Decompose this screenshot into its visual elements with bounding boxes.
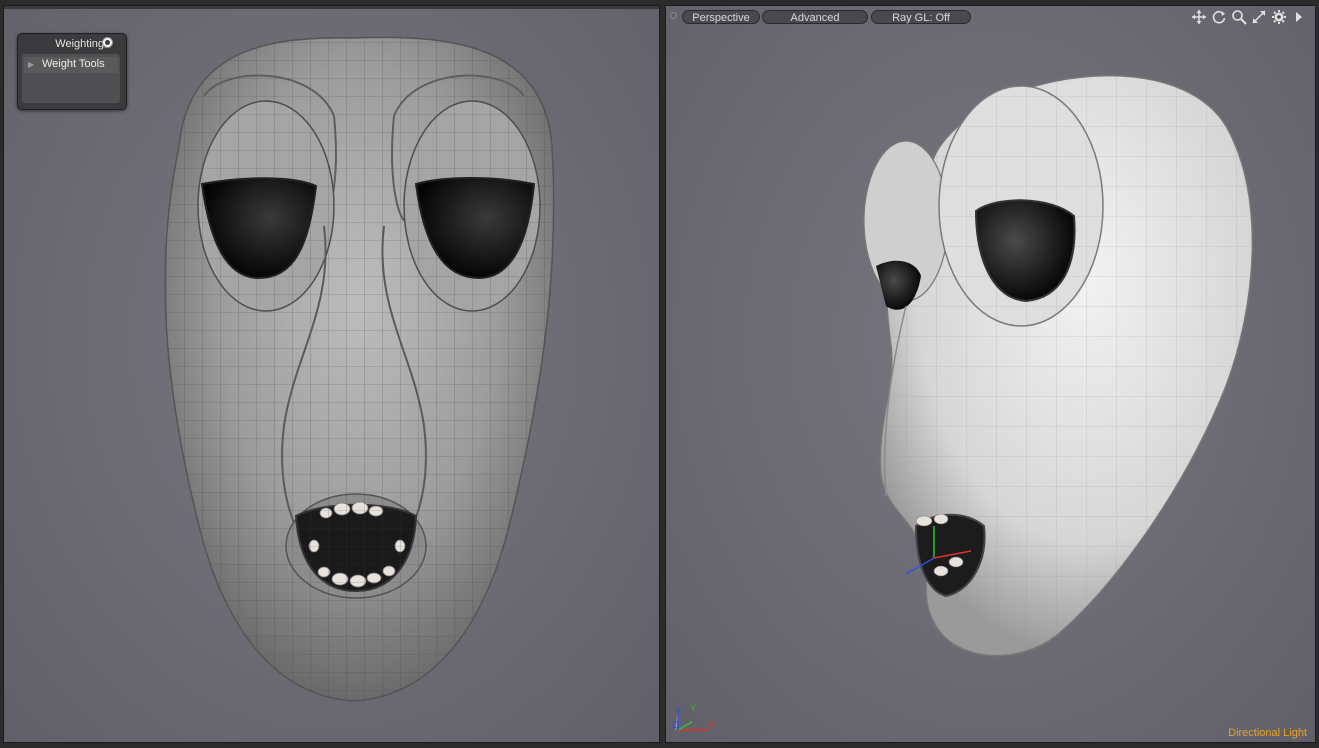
- fit-view-icon[interactable]: [1251, 9, 1267, 25]
- axis-y-label: Y: [690, 703, 696, 713]
- viewport-toolbar: Perspective Advanced Ray GL: Off: [666, 6, 1315, 28]
- axis-x-label: X: [709, 720, 715, 730]
- right-viewport[interactable]: Perspective Advanced Ray GL: Off Y Z X D…: [665, 5, 1316, 743]
- advanced-shading-button[interactable]: Advanced: [762, 10, 868, 24]
- expand-arrow-icon[interactable]: [1291, 9, 1307, 25]
- rotate-view-icon[interactable]: [1211, 9, 1227, 25]
- raygl-button[interactable]: Ray GL: Off: [871, 10, 971, 24]
- front-head-model[interactable]: [4, 6, 660, 743]
- axis-orientation-icon: Y Z X: [672, 703, 715, 731]
- viewport-options-icon[interactable]: [670, 12, 677, 19]
- zoom-view-icon[interactable]: [1231, 9, 1247, 25]
- expand-triangle-icon[interactable]: ▶: [28, 60, 34, 69]
- weighting-radio-button[interactable]: [102, 37, 113, 48]
- weighting-panel: Weighting ▶ Weight Tools: [17, 33, 127, 110]
- settings-gear-icon[interactable]: [1271, 9, 1287, 25]
- move-view-icon[interactable]: [1191, 9, 1207, 25]
- weighting-panel-title: Weighting: [55, 38, 104, 50]
- viewport-nav-icons: [1191, 9, 1307, 25]
- weight-tools-label: Weight Tools: [42, 58, 105, 70]
- weighting-panel-body: ▶ Weight Tools: [22, 54, 120, 103]
- axis-z-label: Z: [672, 720, 678, 730]
- directional-light-label: Directional Light: [1228, 727, 1307, 739]
- perspective-head-model[interactable]: [666, 6, 1316, 743]
- weight-tools-item[interactable]: ▶ Weight Tools: [24, 57, 118, 73]
- left-viewport[interactable]: Weighting ▶ Weight Tools: [3, 5, 660, 743]
- perspective-button[interactable]: Perspective: [682, 10, 760, 24]
